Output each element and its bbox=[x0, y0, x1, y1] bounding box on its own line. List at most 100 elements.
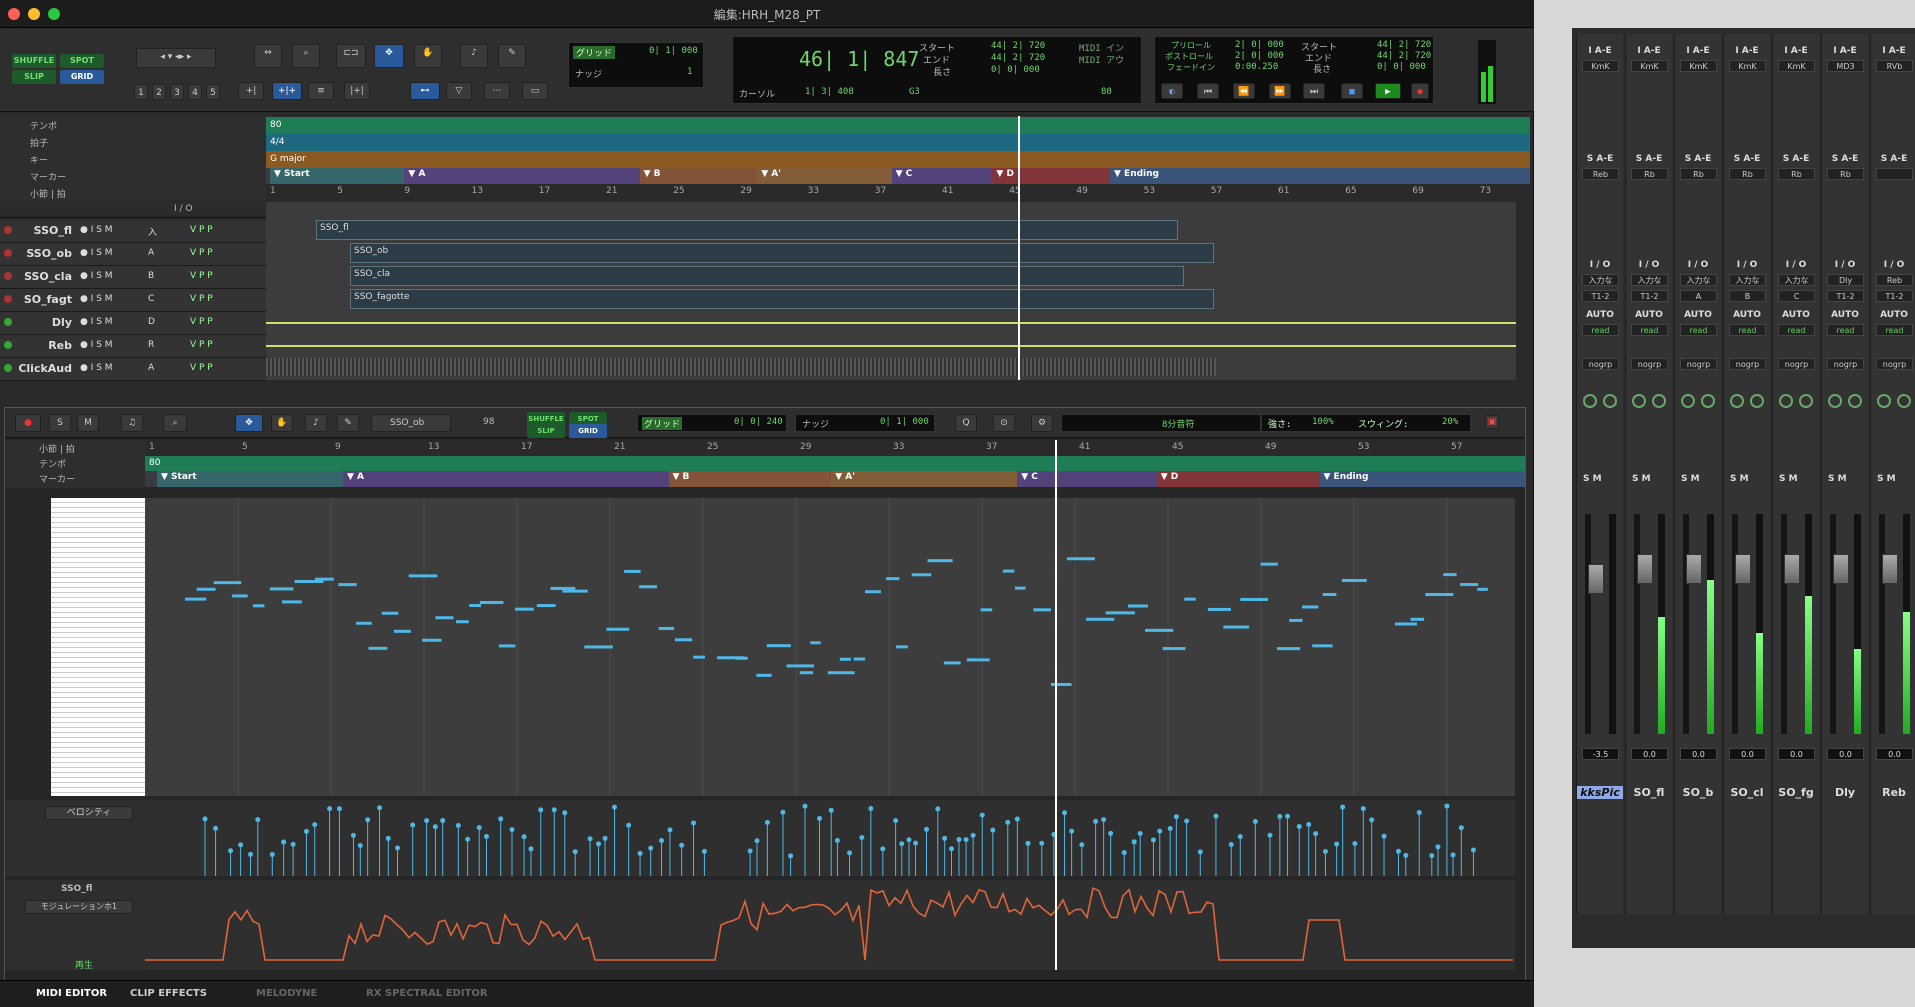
fader-cap[interactable] bbox=[1686, 554, 1702, 584]
zoom-tool-icon[interactable]: ⌕ bbox=[292, 44, 320, 68]
length-value[interactable]: 0| 0| 000 bbox=[991, 65, 1040, 75]
slip-mode-button-2[interactable]: SLIP bbox=[527, 424, 565, 438]
track-name[interactable]: Dly bbox=[16, 316, 72, 329]
record-arm-icon[interactable] bbox=[4, 341, 12, 349]
volume-readout[interactable]: 0.0 bbox=[1680, 748, 1717, 760]
zoom-preset-3[interactable]: 3 bbox=[170, 84, 184, 100]
volume-fader[interactable] bbox=[1781, 514, 1800, 734]
scrubber-tool-icon[interactable]: ♪ bbox=[460, 44, 488, 68]
input-selector[interactable]: 入力な bbox=[1582, 274, 1619, 286]
nudge-value[interactable]: 1 bbox=[687, 67, 692, 77]
channel-name[interactable]: SO_fg bbox=[1773, 786, 1819, 799]
settings-gear-icon[interactable]: ⚙ bbox=[1031, 414, 1053, 432]
track-io[interactable]: 入 bbox=[148, 225, 157, 238]
track-msi-buttons[interactable]: ● I S M bbox=[80, 317, 113, 327]
mute-icon[interactable]: M bbox=[77, 414, 99, 432]
track-io[interactable]: R bbox=[148, 340, 154, 350]
track-SSO_cla[interactable]: SSO_cla ● I S M B V P P bbox=[0, 266, 266, 289]
insert-slot[interactable]: MD3 bbox=[1827, 60, 1864, 72]
track-name[interactable]: SSO_cla bbox=[16, 270, 72, 283]
volume-fader[interactable] bbox=[1879, 514, 1898, 734]
track-voice[interactable]: V P P bbox=[190, 363, 213, 373]
record-icon[interactable]: ● bbox=[1411, 83, 1429, 99]
volume-readout[interactable]: 0.0 bbox=[1778, 748, 1815, 760]
solo-mute-buttons[interactable]: S M bbox=[1779, 474, 1798, 484]
solo-mute-buttons[interactable]: S M bbox=[1632, 474, 1651, 484]
track-msi-buttons[interactable]: ● I S M bbox=[80, 271, 113, 281]
group-selector[interactable]: nogrp bbox=[1827, 358, 1864, 370]
zoom-controls[interactable]: ◂ ▾ ◂▸ ▸ bbox=[136, 48, 216, 68]
input-selector[interactable]: 入力な bbox=[1631, 274, 1668, 286]
output-selector[interactable]: T1-2 bbox=[1827, 290, 1864, 302]
pan-knob-icon[interactable] bbox=[1730, 394, 1744, 408]
group-selector[interactable]: nogrp bbox=[1680, 358, 1717, 370]
zoom-preset-4[interactable]: 4 bbox=[188, 84, 202, 100]
tab-rx-spectral-editor[interactable]: RX SPECTRAL EDITOR bbox=[366, 988, 488, 999]
pan-knob-icon[interactable] bbox=[1632, 394, 1646, 408]
marker-2[interactable]: ▼ B bbox=[644, 169, 661, 179]
output-selector[interactable]: A bbox=[1680, 290, 1717, 302]
marker-5[interactable]: ▼ D bbox=[1161, 472, 1179, 482]
midi-grid-panel[interactable]: グリッド 0| 0| 240 bbox=[637, 414, 787, 432]
grid-value[interactable]: 0| 1| 000 bbox=[649, 46, 698, 56]
marker-ruler[interactable]: ▼ Start ▼ A ▼ B ▼ A' ▼ C ▼ D ▼ Ending bbox=[266, 168, 1530, 184]
output-selector[interactable]: T1-2 bbox=[1876, 290, 1913, 302]
midi-track-selector[interactable]: SSO_ob bbox=[371, 414, 451, 432]
main-counter[interactable]: 46| 1| 847 bbox=[799, 47, 919, 71]
pan-knob-icon[interactable] bbox=[1877, 394, 1891, 408]
pan-knob-icon[interactable] bbox=[1603, 394, 1617, 408]
insert-slot[interactable]: KmK bbox=[1778, 60, 1815, 72]
fader-cap[interactable] bbox=[1882, 554, 1898, 584]
marker-1[interactable]: ▼ A bbox=[347, 472, 364, 482]
link-selection-icon[interactable]: ⋯ bbox=[484, 82, 510, 100]
smart-tool-icon[interactable]: ✥ bbox=[374, 44, 404, 68]
record-arm-icon[interactable] bbox=[4, 364, 12, 372]
volume-fader[interactable] bbox=[1732, 514, 1751, 734]
pan-knob-icon[interactable] bbox=[1799, 394, 1813, 408]
tempo-value[interactable]: 80 bbox=[1101, 87, 1112, 97]
track-voice[interactable]: V P P bbox=[190, 294, 213, 304]
zoom-preset-1[interactable]: 1 bbox=[134, 84, 148, 100]
clip-SSO_fagotte[interactable]: SSO_fagotte bbox=[350, 289, 1214, 309]
note-value[interactable]: 8分音符 bbox=[1162, 417, 1194, 430]
volume-fader[interactable] bbox=[1634, 514, 1653, 734]
start-value[interactable]: 44| 2| 720 bbox=[991, 41, 1045, 51]
end2-value[interactable]: 44| 2| 720 bbox=[1377, 51, 1431, 61]
send-slot[interactable]: Rb bbox=[1827, 168, 1864, 180]
track-SSO_fl[interactable]: SSO_fl ● I S M 入 V P P bbox=[0, 220, 266, 243]
smart-tool-icon-2[interactable]: ✥ bbox=[235, 414, 263, 432]
track-msi-buttons[interactable]: ● I S M bbox=[80, 340, 113, 350]
pan-knob-icon[interactable] bbox=[1583, 394, 1597, 408]
fader-cap[interactable] bbox=[1588, 564, 1604, 594]
fader-cap[interactable] bbox=[1735, 554, 1751, 584]
volume-readout[interactable]: 0.0 bbox=[1827, 748, 1864, 760]
channel-name[interactable]: SO_cl bbox=[1724, 786, 1770, 799]
channel-name[interactable]: kksPic bbox=[1577, 786, 1623, 799]
midi-nudge-value[interactable]: 0| 1| 000 bbox=[880, 417, 929, 427]
link-track-icon[interactable]: |+| bbox=[344, 82, 370, 100]
volume-readout[interactable]: 0.0 bbox=[1729, 748, 1766, 760]
length2-value[interactable]: 0| 0| 000 bbox=[1377, 62, 1426, 72]
velocity-lane-selector[interactable]: ベロシティ bbox=[45, 806, 133, 820]
send-slot[interactable]: Rb bbox=[1680, 168, 1717, 180]
record-arm-icon[interactable] bbox=[4, 272, 12, 280]
return-to-zero-icon[interactable]: ⏮ bbox=[1197, 83, 1219, 99]
fader-cap[interactable] bbox=[1637, 554, 1653, 584]
automation-mode[interactable]: read bbox=[1582, 324, 1619, 336]
record-arm-icon[interactable] bbox=[4, 249, 12, 257]
bars-ruler[interactable]: 1 5 9 13 17 21 25 29 33 37 41 45 49 53 57 61 65 69 73 bbox=[266, 184, 1530, 200]
record-arm-icon[interactable] bbox=[4, 318, 12, 326]
clip-SSO_cla[interactable]: SSO_cla bbox=[350, 266, 1184, 286]
channel-name[interactable]: Reb bbox=[1871, 786, 1915, 799]
output-selector[interactable]: B bbox=[1729, 290, 1766, 302]
volume-fader[interactable] bbox=[1830, 514, 1849, 734]
go-to-end-icon[interactable]: ⏭ bbox=[1303, 83, 1325, 99]
cc-lane-selector[interactable]: モジュレーションホ1 bbox=[25, 900, 133, 914]
marker-3[interactable]: ▼ A' bbox=[835, 472, 855, 482]
click-clip[interactable] bbox=[266, 358, 1216, 376]
track-io[interactable]: C bbox=[148, 294, 154, 304]
fader-cap[interactable] bbox=[1833, 554, 1849, 584]
midi-marker-ruler[interactable]: ▼ Start ▼ A ▼ B ▼ A' ▼ C ▼ D ▼ Ending bbox=[145, 471, 1525, 487]
midi-playhead[interactable] bbox=[1055, 440, 1057, 970]
marker-0[interactable]: ▼ Start bbox=[161, 472, 197, 482]
